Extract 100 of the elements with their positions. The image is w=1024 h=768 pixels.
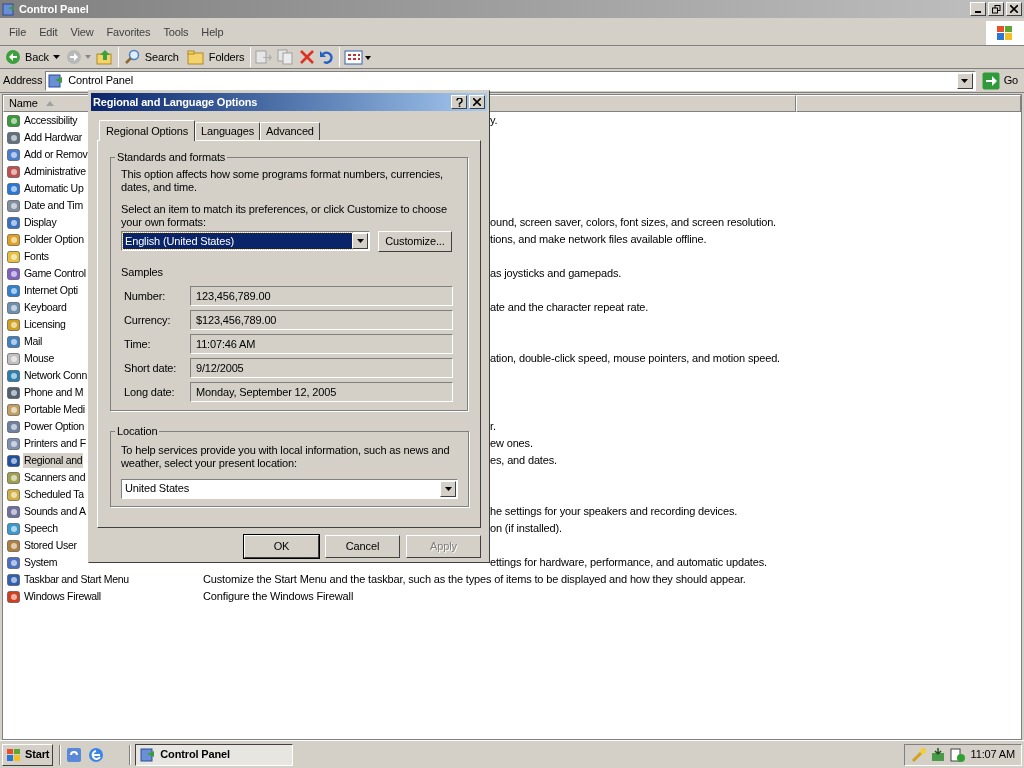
clock[interactable]: 11:07 AM — [970, 746, 1015, 763]
item-name[interactable]: Accessibility — [23, 112, 79, 129]
item-name[interactable]: Printers and F — [23, 435, 87, 452]
customize-button[interactable]: Customize... — [378, 230, 452, 252]
item-name[interactable]: Add Hardwar — [23, 129, 83, 146]
item-name[interactable]: Taskbar and Start Menu — [23, 571, 130, 588]
close-icon — [1010, 5, 1018, 13]
menu-item[interactable]: Edit — [33, 22, 64, 43]
quick-launch-icon[interactable] — [65, 745, 84, 764]
applet-icon — [6, 265, 22, 282]
tray-icon[interactable] — [929, 746, 946, 763]
window-title: Control Panel — [19, 1, 89, 17]
folder-icon — [48, 72, 65, 89]
taskbar-button[interactable]: Control Panel — [135, 743, 294, 766]
applet-icon — [6, 231, 22, 248]
sample-field: Monday, September 12, 2005 — [190, 382, 453, 402]
field-label: Time: — [123, 336, 152, 352]
applet-icon — [6, 554, 22, 571]
search-button[interactable]: Search — [122, 48, 181, 66]
back-button[interactable]: Back — [3, 48, 62, 66]
browser-icon[interactable] — [87, 745, 106, 764]
address-field[interactable]: Control Panel — [45, 70, 976, 91]
item-comment: ation, double-click speed, mouse pointers, and motion speed. — [490, 352, 780, 365]
item-name[interactable]: Licensing — [23, 316, 67, 333]
item-name[interactable]: Internet Opti — [23, 282, 79, 299]
applet-icon — [6, 333, 22, 350]
applet-icon — [6, 520, 22, 537]
item-name[interactable]: Windows Firewall — [23, 588, 102, 605]
windows-flag-icon — [6, 747, 22, 762]
item-name[interactable]: Display — [23, 214, 58, 231]
item-name[interactable]: Mouse — [23, 350, 55, 367]
item-name[interactable]: Stored User — [23, 537, 78, 554]
restore-button[interactable] — [988, 2, 1004, 16]
description-text: To help services provide you with local information, such as news and weather, select your present location: — [121, 443, 451, 470]
applet-icon — [6, 129, 22, 146]
item-name[interactable]: Mail — [23, 333, 44, 350]
tab[interactable]: Advanced — [260, 122, 320, 140]
item-name[interactable]: Portable Medi — [23, 401, 86, 418]
item-name[interactable]: Scheduled Ta — [23, 486, 85, 503]
item-name[interactable]: Folder Option — [23, 231, 85, 248]
item-comment: on (if installed). — [490, 522, 562, 535]
item-name[interactable]: Fonts — [23, 248, 50, 265]
location-dropdown[interactable]: United States — [121, 478, 458, 499]
sample-field: 9/12/2005 — [190, 358, 453, 378]
views-icon[interactable] — [344, 49, 373, 65]
applet-icon — [6, 112, 22, 129]
forward-icon[interactable] — [65, 49, 92, 65]
item-name[interactable]: Regional and — [23, 452, 84, 469]
applet-icon — [6, 418, 22, 435]
menu-item[interactable]: View — [64, 22, 100, 43]
prompt-text: Select an item to match its preferences, or click Customize to choose your own formats: — [121, 202, 448, 229]
menu-item[interactable]: Favorites — [100, 22, 157, 43]
format-dropdown[interactable]: English (United States) — [121, 231, 370, 251]
item-comment: r. — [490, 420, 496, 433]
help-button[interactable] — [451, 95, 467, 109]
item-name[interactable]: Keyboard — [23, 299, 68, 316]
windows-flag-icon — [995, 23, 1015, 42]
column-label: Name — [9, 96, 38, 112]
menu-item[interactable]: Tools — [157, 22, 195, 43]
applet-icon — [6, 537, 22, 554]
item-name[interactable]: Speech — [23, 520, 59, 537]
folder-icon — [140, 746, 157, 763]
item-comment: es, and dates. — [490, 454, 557, 467]
tab[interactable]: Languages — [195, 122, 261, 140]
tab[interactable]: Regional Options — [99, 120, 195, 141]
field-label: Number: — [123, 288, 167, 304]
item-comment: ound, screen saver, colors, font sizes, and screen resolution. — [490, 216, 777, 229]
dropdown-arrow-icon — [444, 486, 452, 491]
item-name[interactable]: Automatic Up — [23, 180, 85, 197]
menu-item[interactable]: File — [3, 22, 33, 43]
column-header[interactable] — [796, 95, 1021, 112]
item-name[interactable]: Scanners and — [23, 469, 87, 486]
restore-icon — [991, 4, 1001, 14]
delete-icon[interactable] — [299, 49, 316, 65]
minimize-button[interactable] — [970, 2, 986, 16]
tray-icon[interactable] — [948, 746, 965, 763]
applet-icon — [6, 435, 22, 452]
go-button[interactable]: Go — [978, 71, 1021, 90]
folders-button[interactable]: Folders — [184, 48, 247, 66]
applet-icon — [6, 180, 22, 197]
item-name[interactable]: Administrative — [23, 163, 87, 180]
item-comment: ettings for hardware, performance, and automatic updates. — [490, 556, 767, 569]
item-name[interactable]: Phone and M — [23, 384, 85, 401]
dialog-button[interactable]: OK — [244, 535, 319, 558]
start-button[interactable]: Start — [2, 743, 54, 766]
item-name[interactable]: Network Conn — [23, 367, 88, 384]
close-button[interactable] — [1006, 2, 1022, 16]
up-folder-icon[interactable] — [95, 48, 114, 66]
applet-icon — [6, 299, 22, 316]
close-button[interactable] — [469, 95, 485, 109]
item-name[interactable]: Power Option — [23, 418, 85, 435]
sample-field: $123,456,789.00 — [190, 310, 453, 330]
dialog-button[interactable]: Cancel — [325, 535, 400, 558]
item-name[interactable]: Add or Remov — [23, 146, 89, 163]
item-name[interactable]: Date and Tim — [23, 197, 84, 214]
undo-icon[interactable] — [319, 49, 336, 65]
menu-item[interactable]: Help — [195, 22, 230, 43]
item-name[interactable]: Sounds and A — [23, 503, 87, 520]
item-name[interactable]: Game Control — [23, 265, 87, 282]
item-name[interactable]: System — [23, 554, 59, 571]
